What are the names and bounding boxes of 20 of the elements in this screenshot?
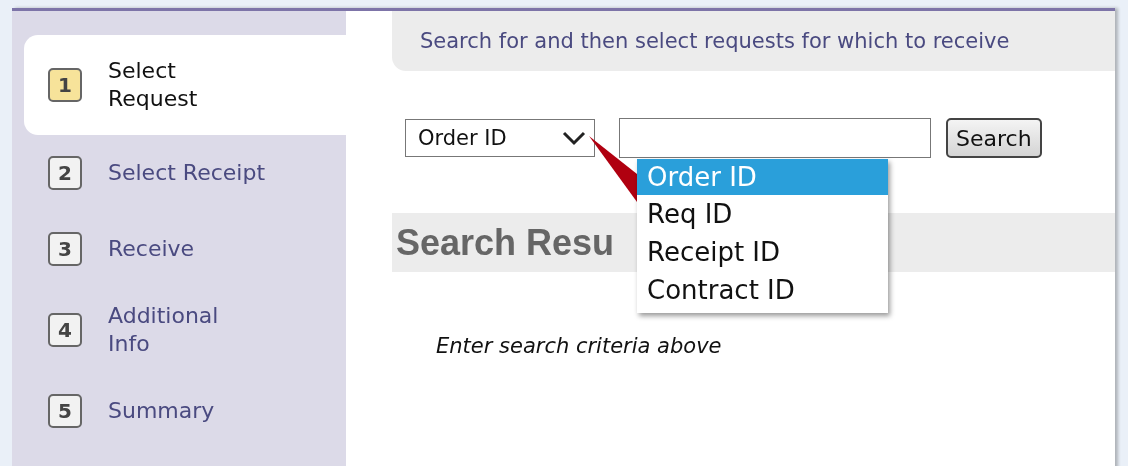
step-number: 4: [48, 313, 82, 347]
step-number: 1: [48, 68, 82, 102]
step-item[interactable]: 3 Receive: [24, 211, 346, 287]
chevron-icon: [562, 130, 586, 146]
step-item[interactable]: 2 Select Receipt: [24, 135, 346, 211]
instructions-text: Search for and then select requests for which to receive: [420, 29, 1010, 53]
dropdown-option[interactable]: Receipt ID: [637, 233, 888, 271]
empty-message: Enter search criteria above: [436, 334, 723, 358]
step-item[interactable]: 1 Select Request: [24, 35, 346, 135]
step-item[interactable]: 5 Summary: [24, 373, 346, 449]
search-input[interactable]: [619, 118, 931, 158]
results-heading: Search Resu: [396, 221, 615, 264]
dropdown-option[interactable]: Req ID: [637, 195, 888, 233]
step-item[interactable]: 4 Additional Info: [24, 287, 346, 373]
search-type-dropdown[interactable]: Order ID: [405, 119, 595, 157]
step-number: 2: [48, 156, 82, 190]
search-button[interactable]: Search: [946, 118, 1042, 158]
step-number: 3: [48, 232, 82, 266]
step-number: 5: [48, 394, 82, 428]
dropdown-option[interactable]: Contract ID: [637, 271, 888, 309]
